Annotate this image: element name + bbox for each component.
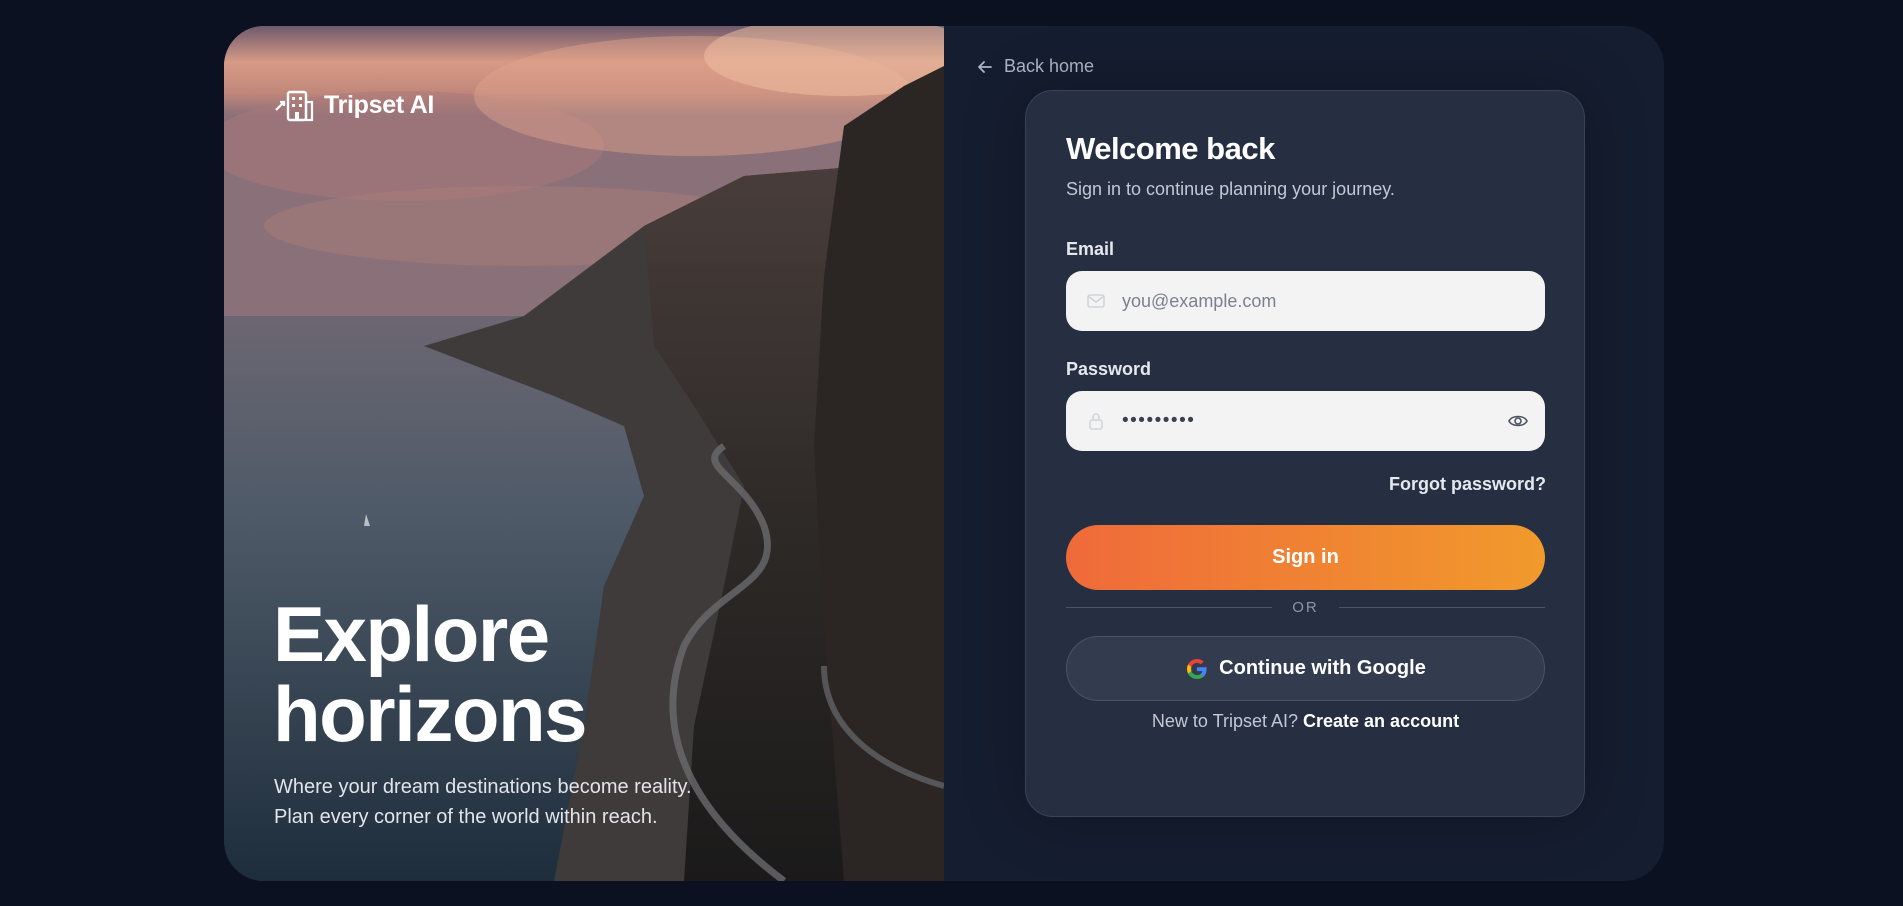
email-input[interactable] [1122,271,1495,331]
divider-label: OR [1292,598,1319,616]
forgot-password-link[interactable]: Forgot password? [1389,474,1546,495]
divider-line-right [1338,606,1545,608]
password-input[interactable]: ••••••••• [1122,410,1195,432]
arrow-left-icon [978,60,992,73]
google-signin-label: Continue with Google [1219,657,1426,679]
email-field[interactable] [1066,271,1545,331]
hero-image-panel: Tripset AI Explore horizons Where your d… [224,26,944,881]
divider-line-left [1066,606,1273,608]
hotel-icon [275,90,314,122]
brand-logo[interactable]: Tripset AI [274,88,434,122]
back-home-link[interactable]: Back home [976,56,1094,77]
signin-button[interactable]: Sign in [1066,525,1545,590]
or-divider: OR [1066,597,1545,617]
hero-subtitle-line1: Where your dream destinations become rea… [274,776,692,798]
brand-name: Tripset AI [324,90,434,119]
google-icon [1187,658,1207,679]
hero-title-line1: Explore [273,590,550,678]
lock-icon [1089,413,1103,430]
signin-card: Welcome back Sign in to continue plannin… [1025,90,1585,817]
hero-title: Explore horizons [273,590,588,758]
signup-prompt: New to Tripset AI? Create an account [1066,711,1545,732]
hero-subtitle: Where your dream destinations become rea… [274,772,692,832]
email-label: Email [1066,239,1115,259]
hero-subtitle-line2: Plan every corner of the world within re… [274,806,658,828]
signup-prompt-text: New to Tripset AI? [1151,711,1298,731]
form-subtitle: Sign in to continue planning your journe… [1066,179,1395,199]
back-home-label: Back home [1004,56,1095,76]
create-account-link[interactable]: Create an account [1303,711,1459,731]
password-label: Password [1066,359,1152,379]
form-title: Welcome back [1066,131,1275,166]
hero-title-line2: horizons [273,670,588,758]
password-field[interactable]: ••••••••• [1066,391,1545,451]
eye-icon[interactable] [1507,410,1529,432]
google-signin-button[interactable]: Continue with Google [1066,636,1545,701]
mail-icon [1087,294,1105,308]
